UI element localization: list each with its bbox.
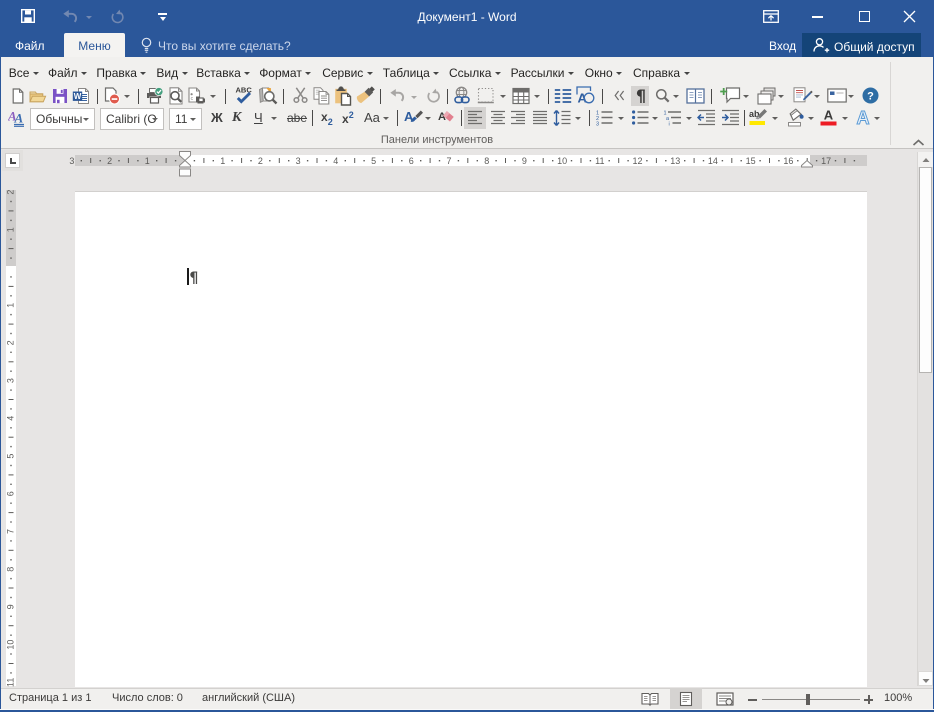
svg-text:i: i — [669, 122, 670, 128]
svg-text:2: 2 — [107, 156, 112, 166]
svg-text:1: 1 — [6, 303, 16, 308]
svg-text:5: 5 — [6, 454, 16, 459]
svg-text:15: 15 — [746, 156, 756, 166]
svg-text:3: 3 — [69, 156, 74, 166]
svg-text:3: 3 — [296, 156, 301, 166]
svg-text:A: A — [578, 91, 588, 106]
svg-text:1: 1 — [6, 227, 16, 232]
svg-text:?: ? — [867, 91, 874, 103]
svg-text:A: A — [824, 108, 834, 123]
svg-text:3: 3 — [596, 122, 599, 128]
svg-text:13: 13 — [670, 156, 680, 166]
svg-text:7: 7 — [446, 156, 451, 166]
svg-text:9: 9 — [522, 156, 527, 166]
svg-text:6: 6 — [6, 491, 16, 496]
svg-text:16: 16 — [783, 156, 793, 166]
svg-text:10: 10 — [557, 156, 567, 166]
svg-text:2: 2 — [6, 340, 16, 345]
svg-text:7: 7 — [6, 529, 16, 534]
svg-text:8: 8 — [484, 156, 489, 166]
svg-text:6: 6 — [409, 156, 414, 166]
svg-text:17: 17 — [821, 156, 831, 166]
svg-text:2: 2 — [6, 190, 16, 195]
svg-text:3: 3 — [6, 378, 16, 383]
svg-text:14: 14 — [708, 156, 718, 166]
svg-text:A: A — [857, 108, 870, 128]
svg-text:1: 1 — [220, 156, 225, 166]
svg-text:9: 9 — [6, 604, 16, 609]
svg-text:4: 4 — [333, 156, 338, 166]
svg-text:4: 4 — [6, 416, 16, 421]
svg-text:2: 2 — [258, 156, 263, 166]
svg-text:11: 11 — [595, 156, 604, 166]
svg-text:12: 12 — [632, 156, 642, 166]
svg-text:10: 10 — [6, 640, 16, 650]
svg-text:11: 11 — [6, 678, 16, 687]
svg-text:A: A — [14, 111, 24, 126]
svg-text:W: W — [74, 92, 82, 101]
svg-text:1: 1 — [145, 156, 150, 166]
svg-text:5: 5 — [371, 156, 376, 166]
svg-text:8: 8 — [6, 567, 16, 572]
